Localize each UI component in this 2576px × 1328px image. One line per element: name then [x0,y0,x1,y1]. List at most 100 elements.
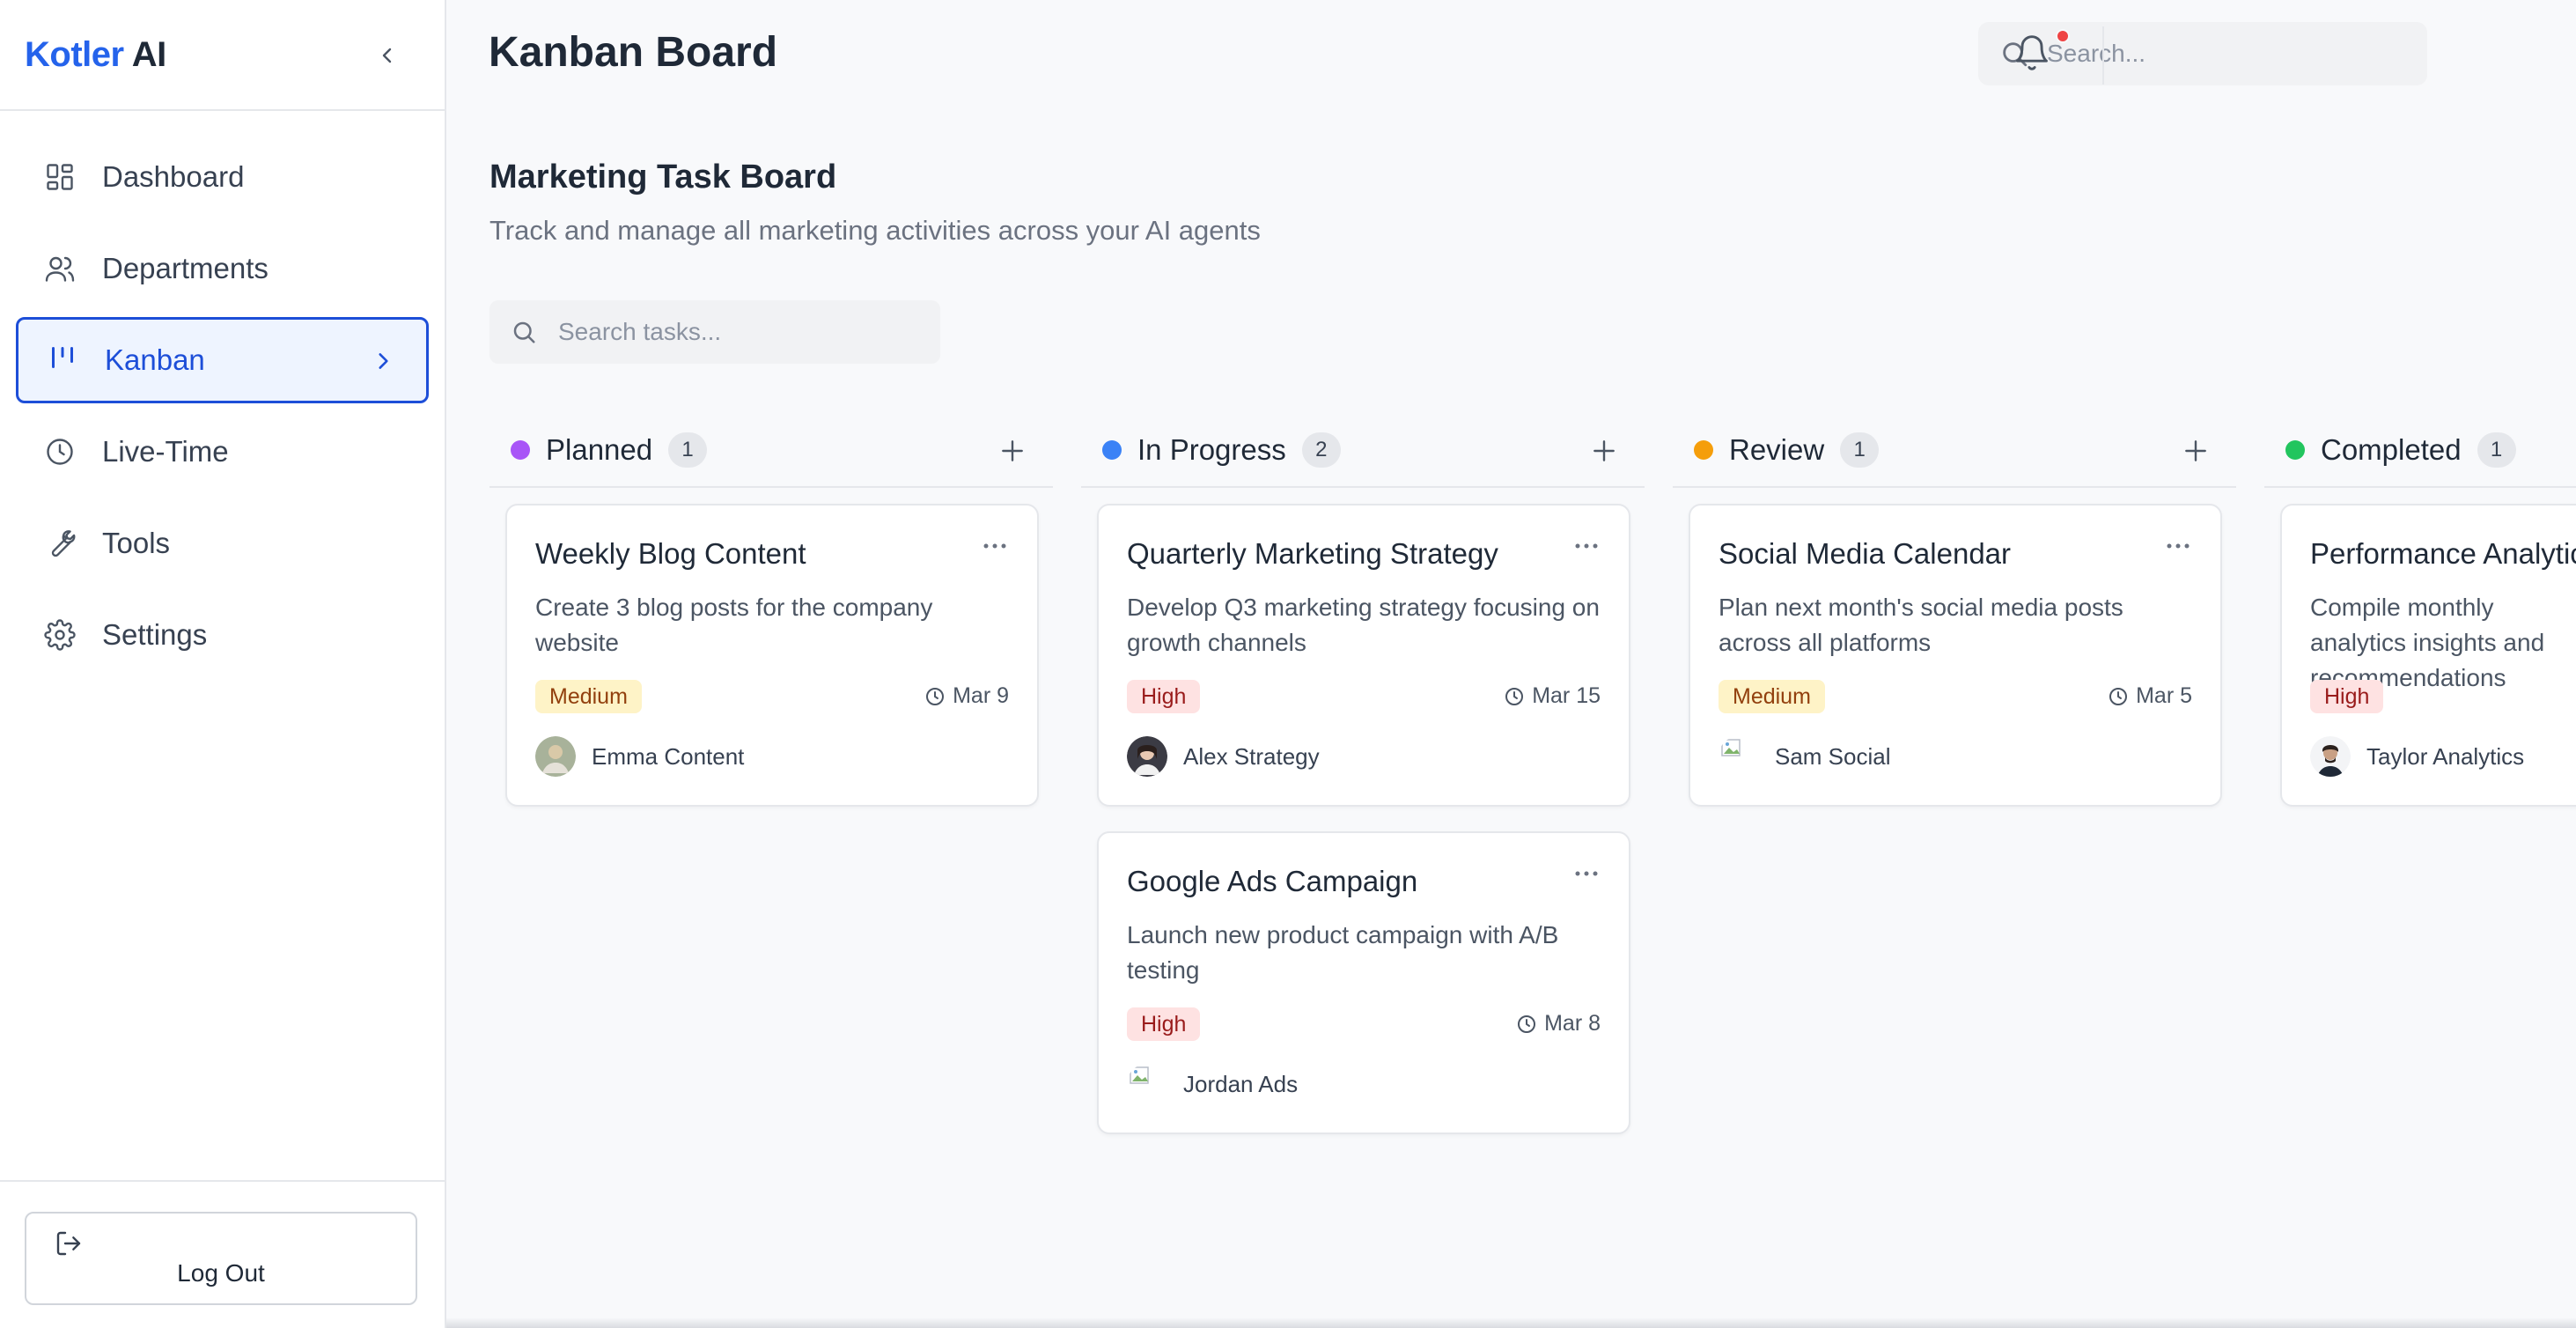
column-title: In Progress [1137,433,1286,466]
assignee: Taylor Analytics [2310,736,2524,777]
task-card[interactable]: Google Ads Campaign Launch new product c… [1097,831,1630,1134]
avatar [1127,736,1167,777]
clock-icon [926,687,945,705]
due-date-text: Mar 9 [953,683,1009,708]
column-completed: Completed 1 Performance Analytics Compil… [2264,414,2576,807]
column-title: Planned [546,433,653,466]
sidebar-item-label: Departments [102,252,269,284]
assignee-name: Emma Content [592,742,745,770]
task-search[interactable] [489,300,940,364]
sidebar-item-label: Live-Time [102,435,229,468]
column-review: Review 1 Social Media Calendar Plan next… [1673,414,2236,807]
sidebar-item-live-time[interactable]: Live-Time [16,409,429,495]
task-title: Weekly Blog Content [535,537,806,570]
due-date: Mar 9 [924,683,1009,709]
more-options-icon[interactable] [1572,868,1601,879]
sidebar-item-label: Settings [102,618,208,651]
more-options-icon[interactable] [1572,541,1601,551]
sidebar: Kotler AI Dashboard Departments Kanban L… [0,0,446,1328]
task-title: Quarterly Marketing Strategy [1127,537,1498,570]
sidebar-item-kanban[interactable]: Kanban [16,317,429,403]
avatar [2310,736,2351,777]
wrench-icon [44,528,76,559]
due-date: Mar 8 [1516,1011,1601,1037]
due-date: Mar 5 [2108,683,2192,709]
sidebar-item-tools[interactable]: Tools [16,500,429,587]
column-count-badge: 1 [668,432,708,468]
sidebar-item-settings[interactable]: Settings [16,592,429,678]
status-dot [511,440,530,460]
task-card[interactable]: Performance Analytics Compile monthly an… [2280,504,2576,807]
clock-icon [1518,1014,1536,1033]
status-dot [2285,440,2305,460]
column-title: Completed [2321,433,2462,466]
bottom-edge [446,1317,2576,1328]
header-divider [2102,26,2104,85]
avatar [535,736,576,777]
priority-badge: Medium [1719,680,1825,713]
brand-name: Kotler [25,34,124,74]
priority-badge: High [2310,680,2384,713]
top-header: Kanban Board [446,0,2576,111]
column-planned: Planned 1 Weekly Blog Content Create 3 b… [489,414,1053,807]
plus-icon[interactable] [2182,437,2210,465]
broken-image-icon [1721,739,1741,756]
assignee-name: Jordan Ads [1183,1070,1299,1097]
gear-icon [44,619,76,651]
column-in-progress: In Progress 2 Quarterly Marketing Strate… [1081,414,1645,1134]
logout-icon [56,1231,81,1256]
logout-button[interactable]: Log Out [25,1212,417,1305]
column-header: Review 1 [1673,414,2236,488]
more-options-icon[interactable] [981,541,1009,551]
search-icon [513,321,535,343]
task-description: Develop Q3 marketing strategy focusing o… [1127,594,1600,656]
assignee-name: Sam Social [1775,742,1891,770]
sidebar-header: Kotler AI [0,0,445,111]
notification-dot [2056,29,2070,43]
task-title: Google Ads Campaign [1127,865,1418,897]
sidebar-item-departments[interactable]: Departments [16,225,429,312]
task-title: Social Media Calendar [1719,537,2012,570]
clock-icon [1505,687,1524,705]
sidebar-item-label: Dashboard [102,160,245,193]
clock-icon [2109,687,2128,705]
kanban-icon [47,344,78,376]
task-card[interactable]: Quarterly Marketing Strategy Develop Q3 … [1097,504,1630,807]
due-date-text: Mar 8 [1544,1011,1601,1036]
column-header: In Progress 2 [1081,414,1645,488]
plus-icon[interactable] [1590,437,1618,465]
brand-logo[interactable]: Kotler AI [25,35,166,75]
column-count-badge: 2 [1301,432,1341,468]
column-header: Planned 1 [489,414,1053,488]
column-title: Review [1729,433,1825,466]
sidebar-nav: Dashboard Departments Kanban Live-Time T… [0,111,445,678]
due-date-text: Mar 5 [2136,683,2192,708]
priority-badge: High [1127,680,1201,713]
task-search-input[interactable] [558,318,928,346]
assignee: Emma Content [535,736,744,777]
task-description: Plan next month's social media posts acr… [1719,594,2123,656]
sidebar-footer: Log Out [0,1180,445,1328]
task-title: Performance Analytics [2310,537,2576,570]
plus-icon[interactable] [998,437,1027,465]
logout-label: Log Out [177,1259,265,1287]
assignee: Alex Strategy [1127,736,1320,777]
bell-icon[interactable] [2013,33,2051,72]
users-icon [44,253,76,284]
assignee-name: Alex Strategy [1183,742,1320,770]
more-options-icon[interactable] [2164,541,2192,551]
assignee: Sam Social [1719,736,1891,777]
collapse-sidebar-button[interactable] [370,38,405,73]
status-dot [1102,440,1122,460]
status-dot [1694,440,1713,460]
task-description: Launch new product campaign with A/B tes… [1127,921,1559,984]
sidebar-item-dashboard[interactable]: Dashboard [16,134,429,220]
chevron-right-icon [379,353,388,369]
task-card[interactable]: Weekly Blog Content Create 3 blog posts … [505,504,1039,807]
page-title: Kanban Board [489,29,778,76]
brand-suffix: AI [131,34,167,74]
dashboard-icon [44,161,76,193]
chevron-left-icon [382,48,392,63]
column-count-badge: 1 [1840,432,1880,468]
task-card[interactable]: Social Media Calendar Plan next month's … [1689,504,2222,807]
